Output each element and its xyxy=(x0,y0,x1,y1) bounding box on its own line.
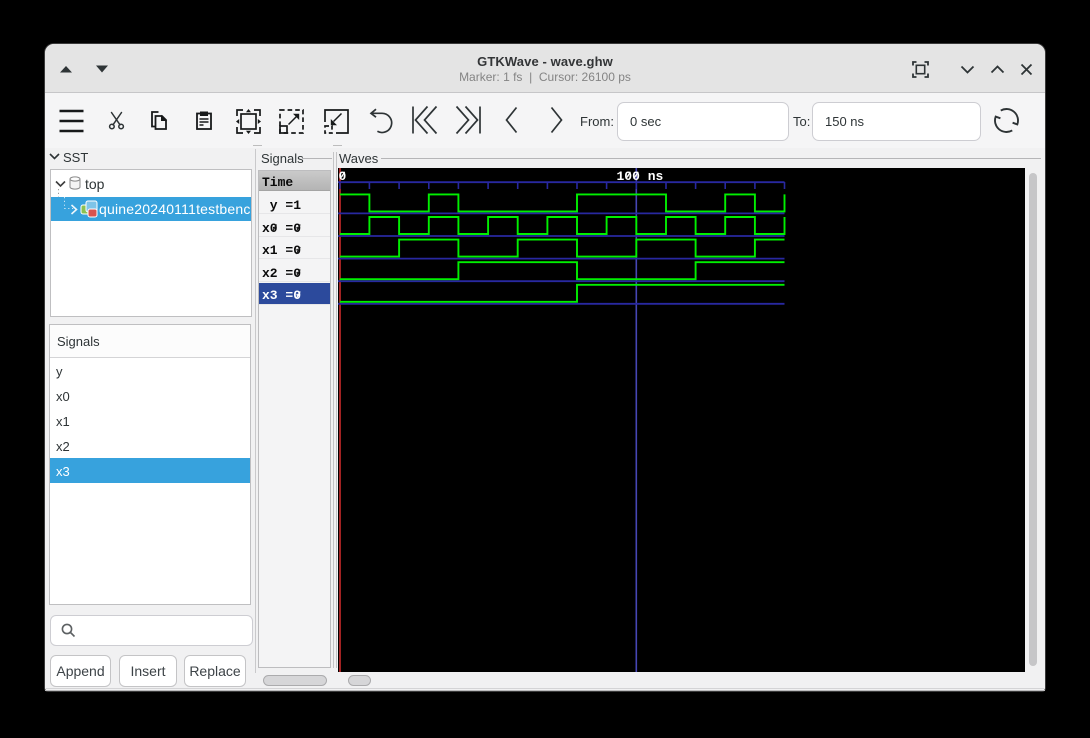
svg-text:0: 0 xyxy=(339,169,347,184)
svg-text:100 ns: 100 ns xyxy=(617,169,664,184)
